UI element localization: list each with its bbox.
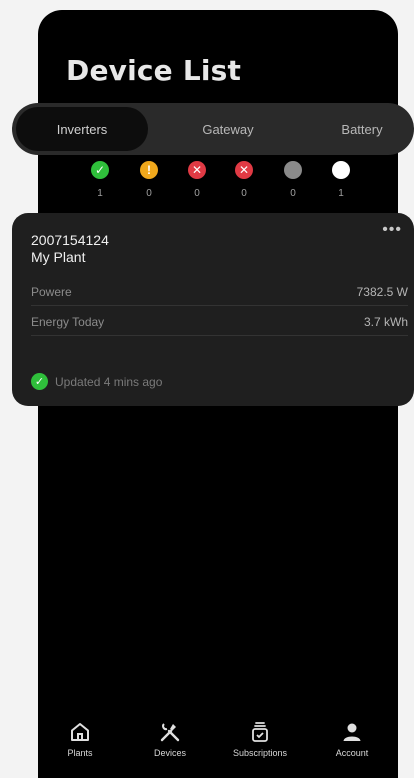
nav-subscriptions[interactable]: Subscriptions	[220, 720, 300, 758]
power-label: Powere	[31, 285, 72, 299]
nav-devices[interactable]: Devices	[130, 720, 210, 758]
energy-label: Energy Today	[31, 315, 105, 329]
status-count: 0	[146, 188, 152, 199]
status-count: 1	[97, 188, 103, 199]
page-title: Device List	[66, 54, 242, 87]
status-count: 0	[290, 188, 296, 199]
tools-icon	[160, 723, 180, 742]
tab-gateway[interactable]: Gateway	[162, 103, 294, 155]
status-count: 0	[194, 188, 200, 199]
status-normal[interactable]: ✓ 1	[82, 161, 118, 199]
status-standby[interactable]: 1	[323, 161, 359, 199]
power-row: Powere 7382.5 W	[31, 279, 408, 306]
power-value: 7382.5 W	[356, 285, 408, 299]
check-circle-icon: ✓	[91, 161, 109, 179]
device-serial: 2007154124	[31, 232, 109, 248]
nav-account[interactable]: Account	[312, 720, 392, 758]
nav-label: Account	[335, 748, 369, 758]
energy-row: Energy Today 3.7 kWh	[31, 309, 408, 336]
tab-battery[interactable]: Battery	[304, 103, 414, 155]
user-icon	[343, 723, 361, 741]
updated-text: Updated 4 mins ago	[55, 374, 163, 389]
standby-circle-icon	[332, 161, 350, 179]
nav-label: Subscriptions	[232, 748, 288, 758]
tab-inverters[interactable]: Inverters	[16, 107, 148, 151]
offline-circle-icon	[284, 161, 302, 179]
nav-label: Devices	[153, 748, 186, 758]
tab-label: Inverters	[56, 121, 108, 137]
bottom-navigation: Plants Devices Subscriptions Account	[38, 720, 398, 778]
energy-value: 3.7 kWh	[363, 315, 408, 329]
error-circle-icon: ✕	[188, 161, 206, 179]
device-type-tabs: Inverters Gateway Battery	[12, 103, 414, 155]
status-count: 0	[241, 188, 247, 199]
nav-plants[interactable]: Plants	[40, 720, 120, 758]
status-fault[interactable]: ✕ 0	[226, 161, 262, 199]
nav-label: Plants	[67, 748, 93, 758]
update-status: ✓ Updated 4 mins ago	[31, 373, 162, 390]
home-icon	[71, 723, 89, 741]
fault-circle-icon: ✕	[235, 161, 253, 179]
warning-circle-icon: !	[140, 161, 158, 179]
more-dots-icon[interactable]: •••	[382, 221, 402, 239]
check-circle-icon: ✓	[31, 373, 48, 390]
status-summary: ✓ 1 ! 0 ✕ 0 ✕ 0 0 1	[82, 161, 362, 205]
status-count: 1	[338, 188, 344, 199]
status-error[interactable]: ✕ 0	[179, 161, 215, 199]
status-offline[interactable]: 0	[275, 161, 311, 199]
tab-label: Battery	[341, 121, 383, 137]
status-warning[interactable]: ! 0	[131, 161, 167, 199]
device-plant-name: My Plant	[31, 249, 86, 265]
subscriptions-icon	[252, 722, 268, 742]
tab-label: Gateway	[202, 121, 254, 137]
device-card[interactable]: ••• 2007154124 My Plant Powere 7382.5 W …	[12, 213, 414, 406]
